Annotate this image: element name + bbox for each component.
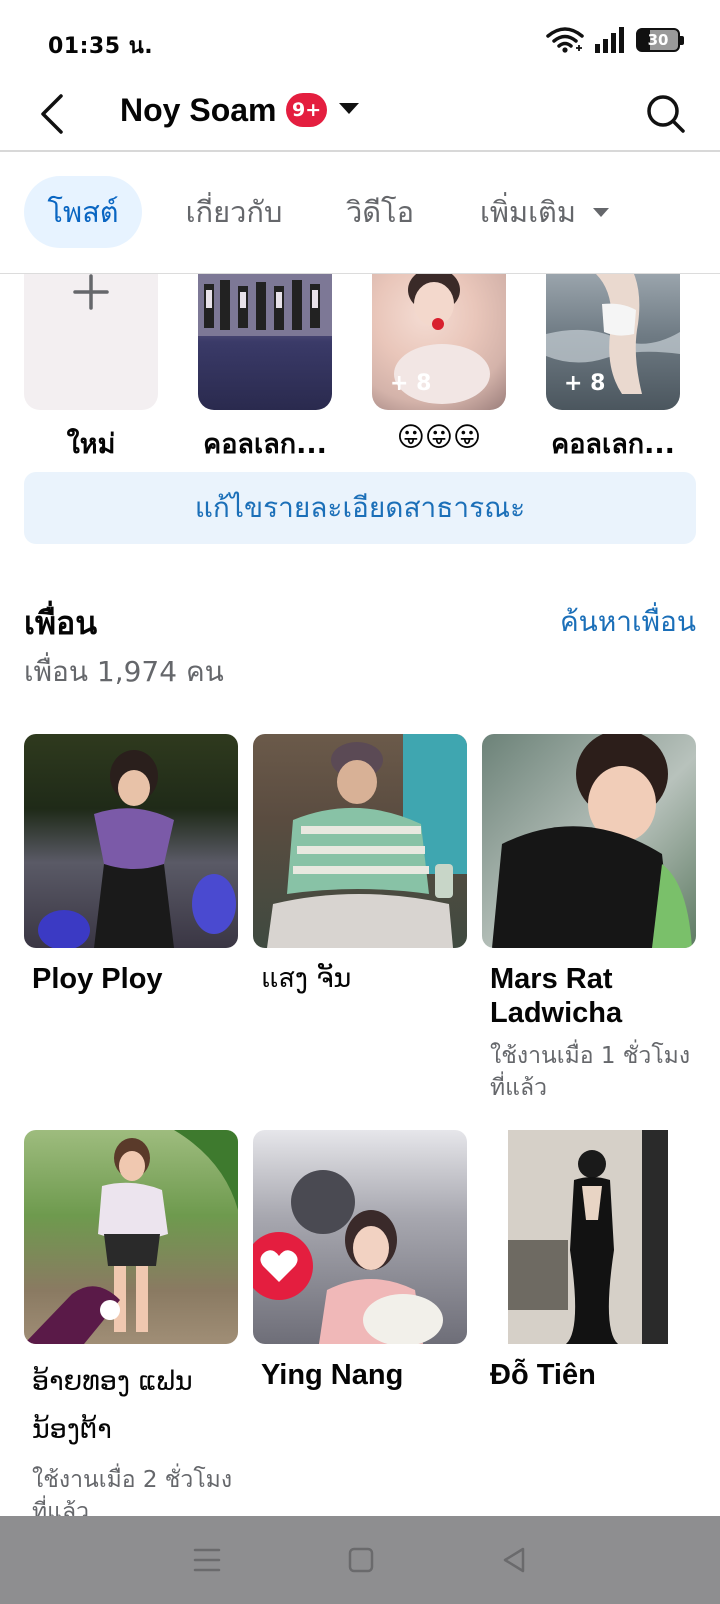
friend-name: Ying Nang [261, 1359, 404, 1391]
collection-item[interactable]: + 8 😛😛😛 [372, 274, 506, 453]
collection-thumbnail: + 8 [372, 274, 506, 410]
featured-collections: ใหม่ คอลเลก... + 8 😛😛😛 + 8 คอลเลก... [0, 274, 720, 464]
profile-tabs: โพสต์ เกี่ยวกับ วิดีโอ เพิ่มเติม [0, 152, 720, 274]
collection-thumbnail [198, 274, 332, 410]
search-button[interactable] [638, 86, 694, 142]
friend-activity-status: ใช้งานเมื่อ 1 ชั่วโมงที่แล้ว [490, 1043, 691, 1101]
collection-label: คอลเลก... [551, 429, 675, 460]
friend-name: Ploy Ploy [32, 963, 163, 995]
friend-photo [482, 1130, 696, 1344]
back-arrow-icon [41, 94, 63, 134]
friend-photo-graphic [38, 750, 236, 948]
tab-more[interactable]: เพิ่มเติม [470, 176, 620, 248]
friends-count: เพื่อน 1,974 คน [24, 655, 224, 688]
group-photo-graphic [198, 274, 332, 336]
friend-photo [24, 734, 238, 948]
collection-count: + 8 [564, 371, 606, 396]
friend-photo-graphic [508, 1130, 668, 1344]
friend-card[interactable]: Đỗ Tiên [482, 1130, 696, 1392]
battery-icon: 30 [636, 28, 684, 52]
collection-label: ใหม่ [66, 429, 116, 460]
notification-badge: 9+ [286, 93, 328, 127]
friend-name: ອ້າຍທອງ ແຟນ ນ້ອງຕ້າ [32, 1366, 193, 1445]
friend-card[interactable]: ອ້າຍທອງ ແຟນ ນ້ອງຕ້າ ใช้งานเมื่อ 2 ชั่วโม… [24, 1130, 238, 1528]
friend-photo-graphic [492, 734, 692, 948]
friend-name: Đỗ Tiên [490, 1359, 596, 1391]
wifi-icon [546, 27, 584, 53]
friend-photo-graphic [24, 1130, 238, 1344]
friend-card[interactable]: Mars Rat Ladwicha ใช้งานเมื่อ 1 ชั่วโมงท… [482, 734, 696, 1104]
status-time: 01:35 น. [48, 34, 154, 59]
collection-item[interactable]: + 8 คอลเลก... [546, 274, 680, 464]
collection-label: 😛😛😛 [396, 422, 482, 453]
friend-photo [24, 1130, 238, 1344]
friend-photo [482, 734, 696, 948]
friend-photo-graphic [267, 734, 467, 948]
chevron-down-icon[interactable] [338, 102, 360, 116]
profile-name[interactable]: Noy Soam [120, 92, 276, 129]
collection-new[interactable]: ใหม่ [24, 274, 158, 464]
friend-name: Mars Rat Ladwicha [490, 963, 623, 1029]
friend-card[interactable]: Ying Nang [253, 1130, 467, 1392]
heart-icon [260, 1250, 298, 1282]
status-icons: 30 [546, 26, 684, 54]
chevron-down-icon [593, 207, 609, 217]
tab-about[interactable]: เกี่ยวกับ [176, 176, 292, 248]
tab-videos[interactable]: วิดีโอ [336, 176, 424, 248]
status-bar: 01:35 น. 30 [0, 0, 720, 80]
find-friends-link[interactable]: ค้นหาเพื่อน [560, 600, 696, 644]
top-navigation: Noy Soam 9+ [0, 80, 720, 152]
search-icon [647, 95, 685, 133]
friend-photo [253, 734, 467, 948]
friend-card[interactable]: แสງ ຈັນ [253, 734, 467, 996]
signal-icon [595, 27, 624, 53]
friend-name: แสງ ຈັນ [261, 963, 352, 994]
friend-card[interactable]: Ploy Ploy [24, 734, 238, 996]
back-triangle-icon[interactable] [501, 1546, 527, 1574]
tab-more-label: เพิ่มเติม [479, 195, 576, 229]
friend-photo [253, 1130, 467, 1344]
home-icon[interactable] [348, 1547, 374, 1573]
collection-item[interactable]: คอลเลก... [198, 274, 332, 464]
back-button[interactable] [30, 86, 74, 142]
system-navigation-bar [0, 1516, 720, 1604]
friends-section-title: เพื่อน [24, 604, 98, 642]
plus-icon [73, 274, 109, 310]
menu-icon[interactable] [193, 1547, 221, 1573]
tab-posts[interactable]: โพสต์ [24, 176, 142, 248]
new-collection-tile [24, 274, 158, 410]
edit-public-details-button[interactable]: แก้ไขรายละเอียดสาธารณะ [24, 472, 696, 544]
collection-count: + 8 [390, 371, 432, 396]
collection-thumbnail: + 8 [546, 274, 680, 410]
collection-label: คอลเลก... [203, 429, 327, 460]
friend-photo-graphic [253, 1170, 443, 1344]
